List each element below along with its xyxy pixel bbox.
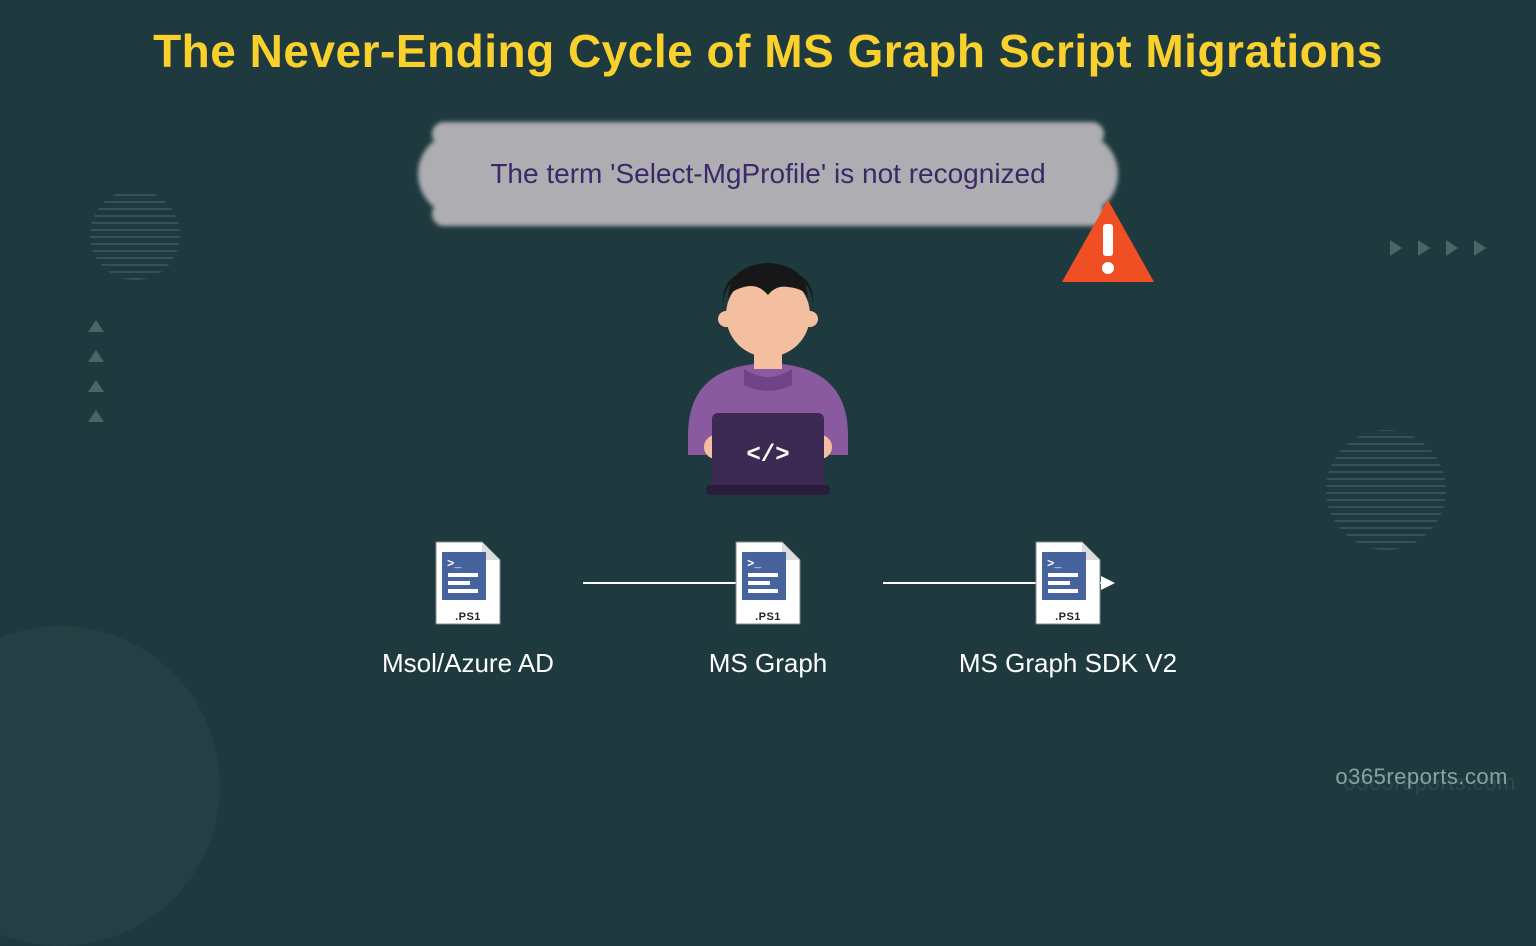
decorative-hatched-circle-icon: [90, 190, 180, 280]
developer-with-laptop-illustration: </>: [658, 245, 878, 505]
error-message-bubble: The term 'Select-MgProfile' is not recog…: [418, 132, 1118, 216]
file-extension-label: .PS1: [1055, 611, 1081, 623]
page-title: The Never-Ending Cycle of MS Graph Scrip…: [0, 0, 1536, 78]
ps1-file-icon: >_ .PS1: [1034, 540, 1102, 626]
timeline-node: >_ .PS1 MS Graph SDK V2: [933, 540, 1203, 679]
ps1-file-icon: >_ .PS1: [734, 540, 802, 626]
error-text: The term 'Select-MgProfile' is not recog…: [490, 158, 1045, 190]
decorative-up-triangles: [88, 320, 104, 422]
svg-text:>_: >_: [447, 557, 462, 571]
node-label: MS Graph SDK V2: [959, 648, 1177, 679]
alert-triangle-icon: [1058, 196, 1158, 286]
migration-timeline: >_ .PS1 Msol/Azure AD >_ .PS1 MS Graph: [333, 540, 1203, 679]
decorative-play-triangles: [1390, 240, 1486, 256]
file-extension-label: .PS1: [755, 611, 781, 623]
node-label: Msol/Azure AD: [382, 648, 554, 679]
svg-text:</>: </>: [746, 442, 789, 469]
node-label: MS Graph: [709, 648, 828, 679]
ps1-file-icon: >_ .PS1: [434, 540, 502, 626]
svg-text:>_: >_: [747, 557, 762, 571]
svg-text:>_: >_: [1047, 557, 1062, 571]
decorative-hatched-circle-icon: [1326, 430, 1446, 550]
decorative-semicircle: [0, 626, 220, 946]
watermark: o365reports.com: [1335, 764, 1508, 790]
file-extension-label: .PS1: [455, 611, 481, 623]
timeline-node: >_ .PS1 MS Graph: [633, 540, 903, 679]
timeline-node: >_ .PS1 Msol/Azure AD: [333, 540, 603, 679]
